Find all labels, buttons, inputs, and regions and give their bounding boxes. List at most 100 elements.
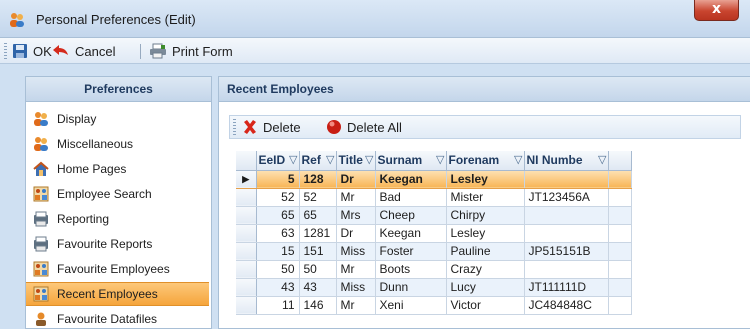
sidebar-item-home-pages[interactable]: Home Pages	[26, 157, 209, 181]
cell-eeid[interactable]: 50	[256, 260, 300, 279]
cell-title[interactable]: Mr	[336, 296, 376, 315]
sidebar-item-favourite-datafiles[interactable]: Favourite Datafiles	[26, 307, 209, 329]
sidebar-item-miscellaneous[interactable]: Miscellaneous	[26, 132, 209, 156]
sidebar-item-label: Recent Employees	[57, 287, 158, 301]
sidebar-item-recent-employees[interactable]: Recent Employees	[26, 282, 209, 306]
filter-icon[interactable]: ▽	[436, 153, 444, 166]
cell-ref[interactable]: 43	[299, 278, 337, 297]
row-indicator[interactable]: ▶	[236, 170, 257, 189]
row-indicator[interactable]	[236, 242, 257, 261]
cell-ref[interactable]: 65	[299, 206, 337, 225]
cell-title[interactable]: Mr	[336, 260, 376, 279]
cell-forename[interactable]: Lucy	[446, 278, 525, 297]
grid-toolbar-grip[interactable]	[233, 119, 236, 135]
cell-eeid[interactable]: 52	[256, 188, 300, 207]
cell-title[interactable]: Miss	[336, 242, 376, 261]
cell-surname[interactable]: Dunn	[375, 278, 447, 297]
delete-all-label: Delete All	[347, 119, 402, 135]
cell-surname[interactable]: Bad	[375, 188, 447, 207]
table-row[interactable]: 52 52 Mr Bad Mister JT123456A	[236, 188, 632, 207]
column-header-title[interactable]: Title ▽	[336, 151, 376, 171]
cell-eeid[interactable]: 5	[256, 170, 300, 189]
delete-all-button[interactable]: Delete All	[326, 118, 402, 136]
cell-eeid[interactable]: 63	[256, 224, 300, 243]
cell-ni[interactable]: JC484848C	[524, 296, 609, 315]
table-row[interactable]: ▶ 5 128 Dr Keegan Lesley	[236, 170, 632, 189]
delete-button[interactable]: Delete	[242, 118, 301, 136]
cell-ref[interactable]: 151	[299, 242, 337, 261]
table-row[interactable]: 11 146 Mr Xeni Victor JC484848C	[236, 296, 632, 315]
cell-title[interactable]: Mr	[336, 188, 376, 207]
cell-ref[interactable]: 146	[299, 296, 337, 315]
cell-ni[interactable]	[524, 170, 609, 189]
cell-empty	[608, 170, 632, 189]
column-header-ni-number[interactable]: NI Numbe ▽	[524, 151, 609, 171]
delete-x-icon	[244, 120, 256, 134]
cell-surname[interactable]: Keegan	[375, 170, 447, 189]
cell-surname[interactable]: Boots	[375, 260, 447, 279]
cell-ref[interactable]: 128	[299, 170, 337, 189]
cell-eeid[interactable]: 11	[256, 296, 300, 315]
cell-ni[interactable]: JT123456A	[524, 188, 609, 207]
cell-surname[interactable]: Foster	[375, 242, 447, 261]
cell-forename[interactable]: Crazy	[446, 260, 525, 279]
table-row[interactable]: 50 50 Mr Boots Crazy	[236, 260, 632, 279]
table-row[interactable]: 43 43 Miss Dunn Lucy JT111111D	[236, 278, 632, 297]
cell-eeid[interactable]: 15	[256, 242, 300, 261]
filter-icon[interactable]: ▽	[289, 153, 297, 166]
cell-eeid[interactable]: 65	[256, 206, 300, 225]
filter-icon[interactable]: ▽	[514, 153, 522, 166]
cell-eeid[interactable]: 43	[256, 278, 300, 297]
cancel-button[interactable]: Cancel	[52, 42, 115, 60]
cell-ni[interactable]: JP515151B	[524, 242, 609, 261]
cell-surname[interactable]: Keegan	[375, 224, 447, 243]
cell-title[interactable]: Mrs	[336, 206, 376, 225]
table-row[interactable]: 63 1281 Dr Keegan Lesley	[236, 224, 632, 243]
table-row[interactable]: 65 65 Mrs Cheep Chirpy	[236, 206, 632, 225]
cell-title[interactable]: Dr	[336, 170, 376, 189]
toolbar-grip[interactable]	[4, 43, 7, 59]
sidebar-item-reporting[interactable]: Reporting	[26, 207, 209, 231]
close-button[interactable]: x	[694, 0, 739, 21]
cell-ni[interactable]	[524, 206, 609, 225]
row-indicator[interactable]	[236, 188, 257, 207]
cell-ni[interactable]	[524, 224, 609, 243]
filter-icon[interactable]: ▽	[365, 153, 373, 166]
sidebar-item-employee-search[interactable]: Employee Search	[26, 182, 209, 206]
recent-employees-panel: Recent Employees Delete Delete All EeID …	[218, 76, 750, 329]
table-row[interactable]: 15 151 Miss Foster Pauline JP515151B	[236, 242, 632, 261]
column-header-forename[interactable]: Forenam ▽	[446, 151, 525, 171]
row-indicator[interactable]	[236, 260, 257, 279]
cell-forename[interactable]: Mister	[446, 188, 525, 207]
cell-title[interactable]: Miss	[336, 278, 376, 297]
sidebar-item-favourite-employees[interactable]: Favourite Employees	[26, 257, 209, 281]
column-header-empty	[608, 151, 632, 171]
cell-forename[interactable]: Lesley	[446, 224, 525, 243]
row-indicator[interactable]	[236, 278, 257, 297]
cell-forename[interactable]: Lesley	[446, 170, 525, 189]
cell-ni[interactable]: JT111111D	[524, 278, 609, 297]
sidebar-item-favourite-reports[interactable]: Favourite Reports	[26, 232, 209, 256]
sidebar-item-display[interactable]: Display	[26, 107, 209, 131]
cell-ref[interactable]: 1281	[299, 224, 337, 243]
cell-surname[interactable]: Cheep	[375, 206, 447, 225]
row-indicator[interactable]	[236, 224, 257, 243]
ok-button[interactable]: OK	[12, 42, 52, 60]
cell-ni[interactable]	[524, 260, 609, 279]
column-header-surname[interactable]: Surnam ▽	[375, 151, 447, 171]
cell-forename[interactable]: Pauline	[446, 242, 525, 261]
row-indicator[interactable]	[236, 206, 257, 225]
cell-forename[interactable]: Victor	[446, 296, 525, 315]
print-form-button[interactable]: Print Form	[149, 42, 233, 60]
cell-empty	[608, 296, 632, 315]
column-header-ref[interactable]: Ref ▽	[299, 151, 337, 171]
cell-forename[interactable]: Chirpy	[446, 206, 525, 225]
cell-surname[interactable]: Xeni	[375, 296, 447, 315]
cell-ref[interactable]: 52	[299, 188, 337, 207]
filter-icon[interactable]: ▽	[598, 153, 606, 166]
filter-icon[interactable]: ▽	[326, 153, 334, 166]
cell-title[interactable]: Dr	[336, 224, 376, 243]
column-header-eeid[interactable]: EeID ▽	[256, 151, 300, 171]
cell-ref[interactable]: 50	[299, 260, 337, 279]
row-indicator[interactable]	[236, 296, 257, 315]
